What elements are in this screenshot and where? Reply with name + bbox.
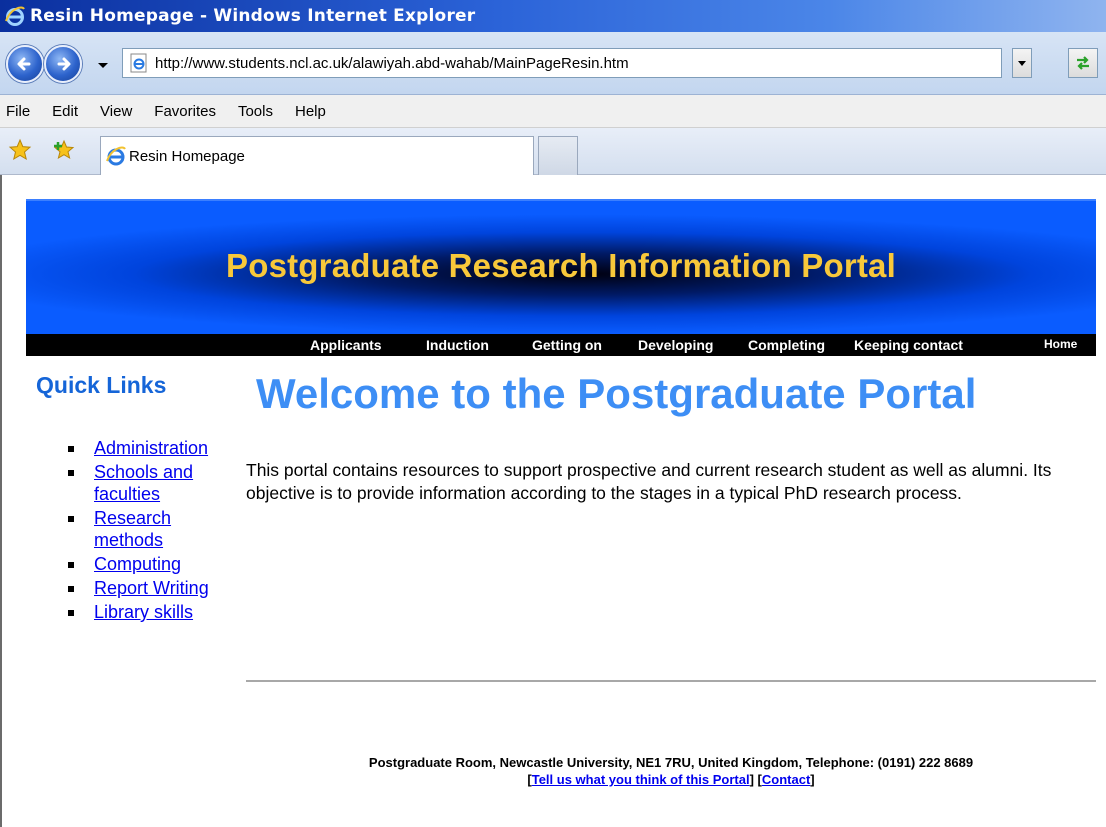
portal-banner: Postgraduate Research Information Portal [26, 199, 1096, 334]
nav-applicants[interactable]: Applicants [310, 337, 382, 353]
url-text[interactable]: http://www.students.ncl.ac.uk/alawiyah.a… [155, 55, 629, 72]
list-item: Schools and faculties [68, 461, 238, 505]
list-item: Report Writing [68, 577, 238, 599]
quick-link-computing[interactable]: Computing [94, 554, 181, 574]
back-arrow-icon [17, 57, 31, 71]
list-item: Library skills [68, 601, 238, 623]
address-dropdown-button[interactable] [1012, 48, 1032, 78]
quick-link-library-skills[interactable]: Library skills [94, 602, 193, 622]
favorites-star-icon[interactable] [8, 138, 32, 162]
quick-link-schools-and-faculties[interactable]: Schools and faculties [94, 462, 193, 504]
main-nav: Applicants Induction Getting on Developi… [26, 334, 1096, 356]
menu-view[interactable]: View [98, 101, 134, 122]
nav-completing[interactable]: Completing [748, 337, 825, 353]
forward-button[interactable] [44, 45, 82, 83]
quick-links-list: Administration Schools and faculties Res… [68, 437, 238, 625]
menu-bar: File Edit View Favorites Tools Help [0, 95, 1106, 128]
intro-text: This portal contains resources to suppor… [246, 460, 1052, 503]
window-title: Resin Homepage - Windows Internet Explor… [30, 6, 476, 26]
back-button[interactable] [6, 45, 44, 83]
list-item: Computing [68, 553, 238, 575]
chevron-down-icon [1018, 61, 1026, 66]
refresh-button[interactable] [1068, 48, 1098, 78]
page-title: Welcome to the Postgraduate Portal [256, 370, 977, 417]
list-item: Administration [68, 437, 238, 459]
nav-home[interactable]: Home [1044, 337, 1077, 351]
quick-links-title: Quick Links [36, 372, 167, 398]
window-title-bar: Resin Homepage - Windows Internet Explor… [0, 0, 1106, 32]
nav-induction[interactable]: Induction [426, 337, 489, 353]
menu-file[interactable]: File [4, 101, 32, 122]
refresh-icon [1077, 56, 1089, 70]
navigation-toolbar: http://www.students.ncl.ac.uk/alawiyah.a… [0, 32, 1106, 95]
footer: Postgraduate Room, Newcastle University,… [246, 754, 1096, 788]
menu-help[interactable]: Help [293, 101, 328, 122]
list-item: Research methods [68, 507, 238, 551]
page-ie-icon [130, 53, 147, 73]
nav-developing[interactable]: Developing [638, 337, 713, 353]
internet-explorer-icon [106, 146, 126, 166]
address-field[interactable]: http://www.students.ncl.ac.uk/alawiyah.a… [122, 48, 1002, 78]
divider [246, 680, 1096, 682]
contact-link[interactable]: Contact [762, 772, 810, 787]
banner-title: Postgraduate Research Information Portal [226, 247, 896, 284]
internet-explorer-icon [5, 6, 25, 26]
recent-pages-dropdown-icon[interactable] [96, 58, 110, 72]
tab-bar: Resin Homepage [0, 128, 1106, 175]
tab-title: Resin Homepage [129, 147, 245, 165]
tab-resin-homepage[interactable]: Resin Homepage [100, 136, 534, 175]
quick-link-report-writing[interactable]: Report Writing [94, 578, 209, 598]
new-tab-button[interactable] [538, 136, 578, 175]
footer-links: [Tell us what you think of this Portal] … [527, 772, 815, 787]
feedback-link[interactable]: Tell us what you think of this Portal [532, 772, 750, 787]
page-content: Postgraduate Research Information Portal… [0, 175, 1106, 827]
nav-keeping-contact[interactable]: Keeping contact [854, 337, 963, 353]
quick-link-research-methods[interactable]: Research methods [94, 508, 171, 550]
quick-link-administration[interactable]: Administration [94, 438, 208, 458]
footer-address: Postgraduate Room, Newcastle University,… [368, 755, 974, 770]
nav-getting-on[interactable]: Getting on [532, 337, 602, 353]
menu-tools[interactable]: Tools [236, 101, 275, 122]
forward-arrow-icon [57, 57, 71, 71]
menu-edit[interactable]: Edit [50, 101, 80, 122]
add-favorite-icon[interactable] [52, 138, 76, 162]
menu-favorites[interactable]: Favorites [152, 101, 218, 122]
